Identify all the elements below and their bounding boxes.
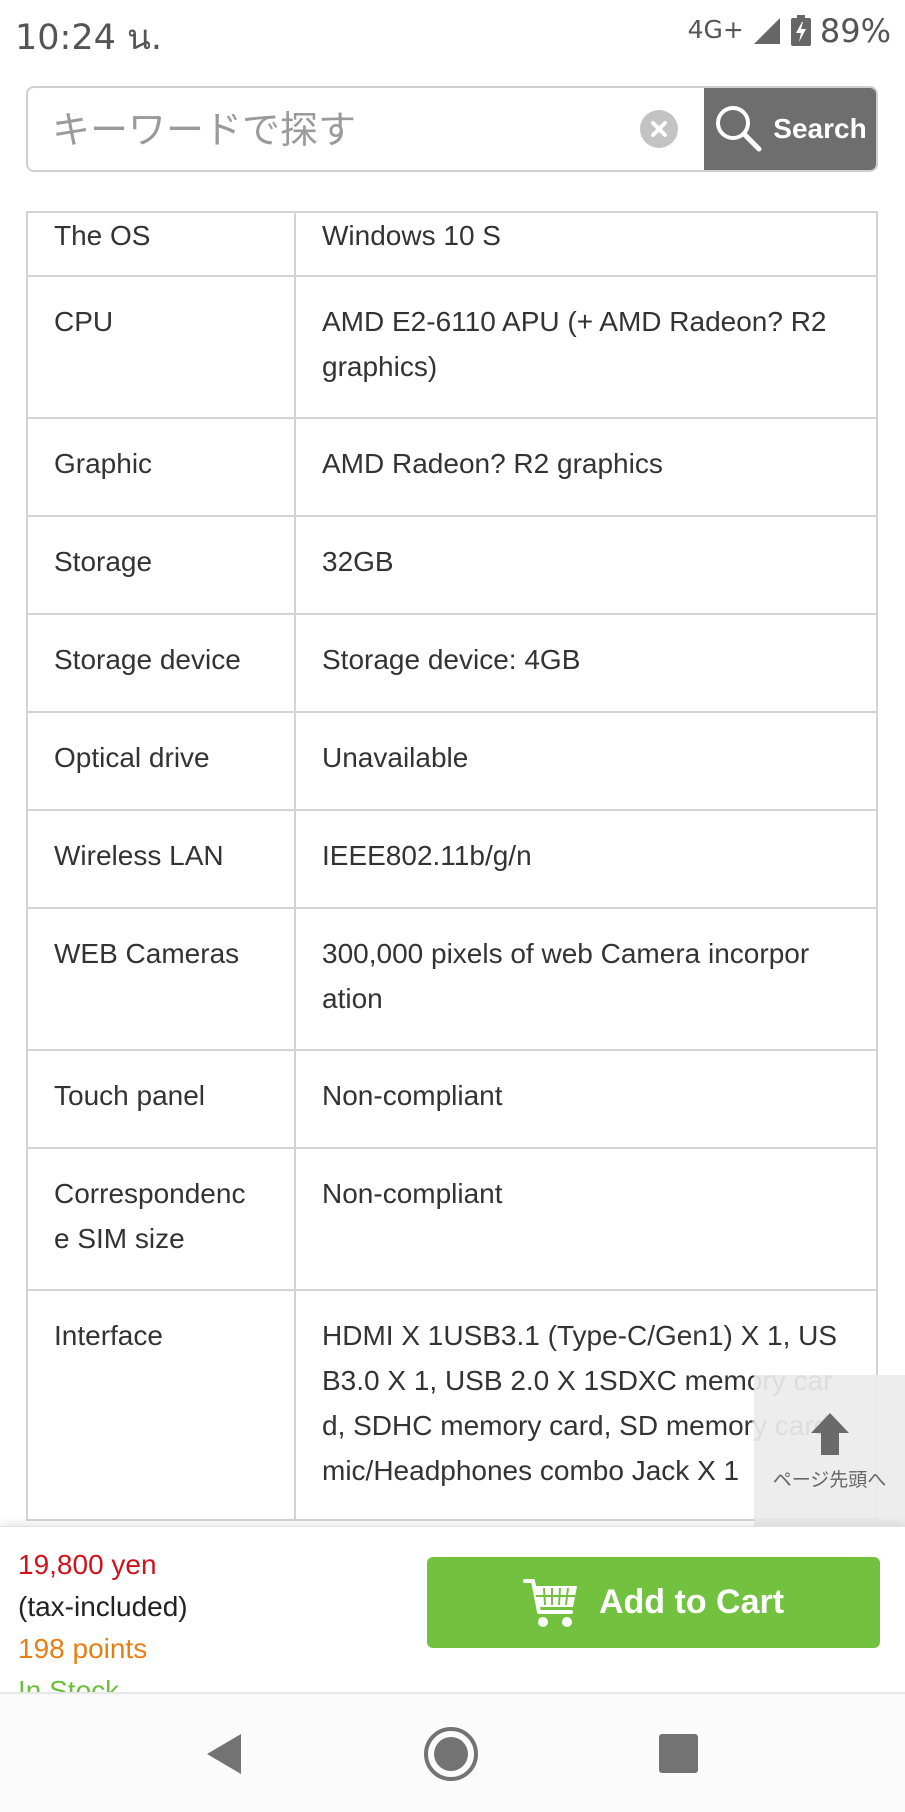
signal-icon [753,18,780,44]
navigation-bar [0,1692,905,1812]
magnifier-icon [716,106,762,152]
table-row: Storage device Storage device: 4GB [26,613,878,713]
table-row: The OS Windows 10 S [26,211,878,277]
points: 198 points [18,1633,148,1664]
table-row: Graphic AMD Radeon? R2 graphics [26,417,878,517]
spec-label: Interface [26,1289,296,1521]
table-row: Storage 32GB [26,515,878,615]
spec-label: Correspondenc e SIM size [26,1147,296,1291]
arrow-up-icon [810,1413,849,1455]
page-top-label: ページ先頭へ [772,1469,887,1491]
circle-home-icon[interactable] [423,1726,479,1782]
spec-value: Windows 10 S [294,211,878,277]
search-bar: Search [26,86,878,172]
status-time: 10:24 น. [15,18,163,58]
spec-table: The OS Windows 10 S CPU AMD E2-6110 APU … [26,211,878,1521]
cart-icon [522,1578,577,1627]
status-icons: 4G+ 89% [688,12,891,50]
table-row: CPU AMD E2-6110 APU (+ AMD Radeon? R2 gr… [26,275,878,419]
search-button[interactable]: Search [704,88,876,170]
square-recent-icon[interactable] [659,1734,698,1773]
page-top-button[interactable]: ページ先頭へ [754,1375,905,1526]
spec-label: The OS [26,211,296,277]
clear-x-icon [651,121,667,137]
spec-value: IEEE802.11b/g/n [294,809,878,909]
table-row: Wireless LAN IEEE802.11b/g/n [26,809,878,909]
table-row: Touch panel Non-compliant [26,1049,878,1149]
spec-value: 300,000 pixels of web Camera incorpor at… [294,907,878,1051]
spec-value: 32GB [294,515,878,615]
spec-label: Storage [26,515,296,615]
spec-value: AMD E2-6110 APU (+ AMD Radeon? R2 graphi… [294,275,878,419]
table-row: Correspondenc e SIM size Non-compliant [26,1147,878,1291]
spec-value: Non-compliant [294,1049,878,1149]
battery-percent: 89% [819,12,891,50]
table-row: WEB Cameras 300,000 pixels of web Camera… [26,907,878,1051]
search-button-label: Search [773,113,867,144]
spec-label: Graphic [26,417,296,517]
search-input[interactable] [50,88,644,170]
network-type: 4G+ [687,14,744,44]
triangle-back-icon[interactable] [205,1732,243,1776]
spec-label: CPU [26,275,296,419]
status-bar: 10:24 น. 4G+ 89% [0,0,905,62]
spec-label: Wireless LAN [26,809,296,909]
battery-icon [790,15,811,46]
add-to-cart-button[interactable]: Add to Cart [427,1557,880,1648]
spec-value: AMD Radeon? R2 graphics [294,417,878,517]
table-row: Interface HDMI X 1USB3.1 (Type-C/Gen1) X… [26,1289,878,1521]
purchase-bar: 19,800 yen (tax-included) 198 points In … [0,1526,905,1693]
clear-search-button[interactable] [640,110,678,148]
spec-label: WEB Cameras [26,907,296,1051]
add-to-cart-label: Add to Cart [598,1583,785,1621]
spec-label: Touch panel [26,1049,296,1149]
spec-value: Non-compliant [294,1147,878,1291]
tax-note: (tax-included) [18,1591,188,1622]
spec-value: Storage device: 4GB [294,613,878,713]
spec-label: Storage device [26,613,296,713]
table-row: Optical drive Unavailable [26,711,878,811]
spec-label: Optical drive [26,711,296,811]
spec-value: Unavailable [294,711,878,811]
spec-table-container: The OS Windows 10 S CPU AMD E2-6110 APU … [26,211,878,1526]
price: 19,800 yen [18,1549,157,1580]
stock-status: In Stock [18,1675,120,1693]
